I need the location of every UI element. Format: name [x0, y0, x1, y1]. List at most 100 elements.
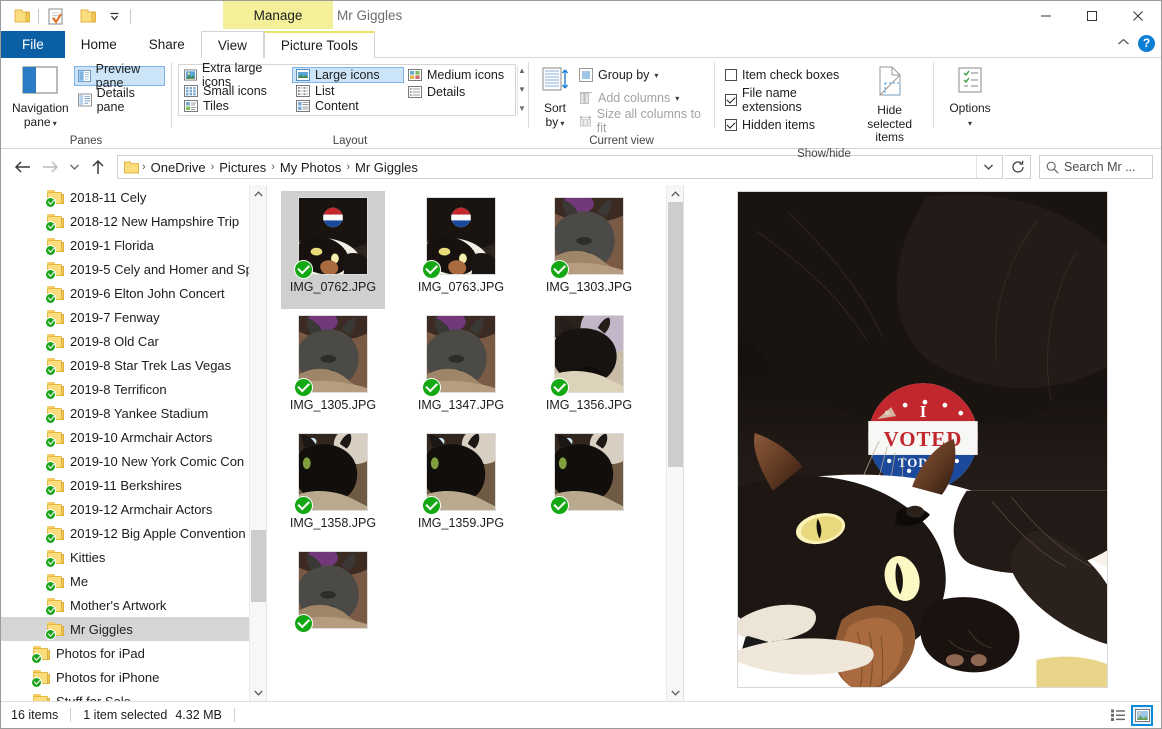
chevron-down-icon[interactable] [101, 4, 127, 28]
file-tile[interactable]: IMG_1305.JPG [281, 309, 385, 427]
sidebar-item[interactable]: 2019-5 Cely and Homer and Spidey [1, 257, 266, 281]
item-check-boxes-checkbox[interactable] [725, 69, 737, 81]
recent-locations-button[interactable] [65, 154, 83, 180]
sidebar-item[interactable]: Mr Giggles [1, 617, 266, 641]
sidebar-item[interactable]: 2019-8 Terrificon [1, 377, 266, 401]
sidebar-item[interactable]: Stuff for Sale [1, 689, 266, 701]
sidebar-item[interactable]: 2019-6 Elton John Concert [1, 281, 266, 305]
maximize-button[interactable] [1069, 1, 1115, 31]
file-name-extensions-checkbox[interactable] [725, 94, 737, 106]
options-button[interactable]: Options ▾ [940, 62, 1000, 132]
collapse-ribbon-icon[interactable] [1117, 34, 1130, 52]
file-tile[interactable]: IMG_1303.JPG [537, 191, 641, 309]
hidden-items-option[interactable]: Hidden items [721, 115, 852, 135]
file-tile[interactable]: IMG_1356.JPG [537, 309, 641, 427]
sidebar-item[interactable]: Photos for iPhone [1, 665, 266, 689]
nav-scroll-thumb[interactable] [251, 530, 266, 602]
breadcrumb-root-folder-icon[interactable] [124, 161, 142, 174]
hidden-items-checkbox[interactable] [725, 119, 737, 131]
group-by-button[interactable]: Group by ▾ [575, 65, 708, 85]
close-button[interactable] [1115, 1, 1161, 31]
layout-expand-icon[interactable]: ▼ [518, 105, 526, 113]
details-pane-button[interactable]: Details pane [74, 86, 165, 114]
navigation-pane-caret-icon[interactable]: ▾ [51, 119, 57, 128]
sidebar-item[interactable]: 2019-10 Armchair Actors [1, 425, 266, 449]
help-icon[interactable]: ? [1138, 34, 1155, 52]
up-button[interactable] [85, 154, 111, 180]
sort-by-caret-icon[interactable]: ▾ [558, 119, 564, 128]
back-button[interactable] [9, 154, 35, 180]
details-view-button[interactable] [1107, 705, 1129, 726]
hide-selected-items-button[interactable]: Hide selected items [852, 62, 927, 148]
sort-by-button[interactable]: Sort by ▾ [535, 62, 575, 132]
layout-extra-large-icons[interactable]: Extra large icons [180, 61, 292, 89]
sidebar-item[interactable]: 2019-8 Star Trek Las Vegas [1, 353, 266, 377]
sidebar-item[interactable]: 2019-11 Berkshires [1, 473, 266, 497]
tab-home[interactable]: Home [65, 31, 133, 58]
file-scroll-up-icon[interactable] [667, 185, 683, 202]
file-tile[interactable] [537, 427, 641, 545]
breadcrumb-item-onedrive[interactable]: OneDrive [146, 160, 211, 175]
preview-pane-button[interactable]: Preview pane [73, 62, 165, 90]
sidebar-item[interactable]: Photos for iPad [1, 641, 266, 665]
sidebar-item[interactable]: 2019-10 New York Comic Con [1, 449, 266, 473]
file-tile[interactable]: IMG_0762.JPG [281, 191, 385, 309]
sidebar-item[interactable]: 2019-8 Old Car [1, 329, 266, 353]
group-by-caret-icon[interactable]: ▾ [654, 71, 658, 80]
search-box[interactable]: Search Mr ... [1039, 155, 1153, 179]
layout-medium-icons[interactable]: Medium icons [404, 67, 516, 83]
tab-view[interactable]: View [200, 31, 264, 58]
sidebar-item[interactable]: 2019-12 Big Apple Convention [1, 521, 266, 545]
file-tile[interactable]: IMG_1359.JPG [409, 427, 513, 545]
layout-list[interactable]: List [292, 84, 404, 98]
minimize-button[interactable] [1023, 1, 1069, 31]
layout-small-icons[interactable]: Small icons [180, 84, 292, 98]
sidebar-item[interactable]: 2019-12 Armchair Actors [1, 497, 266, 521]
tab-file[interactable]: File [1, 31, 65, 58]
file-tile[interactable]: IMG_0763.JPG [409, 191, 513, 309]
thumbnail-view-button[interactable] [1131, 704, 1153, 726]
properties-icon[interactable] [42, 4, 68, 28]
file-name-extensions-option[interactable]: File name extensions [721, 86, 852, 114]
sidebar-item[interactable]: 2019-1 Florida [1, 233, 266, 257]
breadcrumb-item-pictures[interactable]: Pictures [214, 160, 271, 175]
tab-share[interactable]: Share [133, 31, 201, 58]
file-scroll-down-icon[interactable] [667, 684, 683, 701]
tab-picture-tools[interactable]: Picture Tools [263, 31, 375, 58]
breadcrumb-item-mr-giggles[interactable]: Mr Giggles [350, 160, 423, 175]
layout-scroll-up-icon[interactable]: ▲ [518, 67, 526, 75]
sidebar-item[interactable]: 2018-12 New Hampshire Trip [1, 209, 266, 233]
file-name-label: IMG_1303.JPG [545, 280, 633, 294]
sidebar-item[interactable]: Mother's Artwork [1, 593, 266, 617]
navigation-pane-scrollbar[interactable] [249, 185, 266, 701]
folder-icon [45, 285, 64, 304]
layout-details[interactable]: Details [404, 84, 516, 100]
new-folder-icon[interactable] [75, 4, 101, 28]
file-list-scrollbar[interactable] [666, 185, 683, 701]
file-scroll-thumb[interactable] [668, 202, 683, 467]
file-tile[interactable]: IMG_1358.JPG [281, 427, 385, 545]
refresh-button[interactable] [1005, 155, 1031, 179]
sidebar-item[interactable]: 2018-11 Cely [1, 185, 266, 209]
layout-scroll-spinner[interactable]: ▲ ▼ ▼ [517, 65, 526, 115]
navigation-pane-button[interactable]: Navigation pane ▾ [7, 62, 74, 132]
file-list-pane[interactable]: IMG_0762.JPG IMG_0763.JPG IMG_1303.JPG IMG_… [267, 185, 684, 701]
item-check-boxes-option[interactable]: Item check boxes [721, 65, 852, 85]
file-tile[interactable] [281, 545, 385, 663]
sidebar-item[interactable]: 2019-8 Yankee Stadium [1, 401, 266, 425]
nav-scroll-down-icon[interactable] [250, 684, 266, 701]
address-dropdown-icon[interactable] [976, 156, 1000, 178]
breadcrumb-item-my-photos[interactable]: My Photos [275, 160, 346, 175]
sidebar-item[interactable]: Kitties [1, 545, 266, 569]
options-caret-icon[interactable]: ▾ [968, 119, 972, 128]
search-input[interactable]: Search Mr ... [1064, 160, 1136, 174]
file-tile[interactable]: IMG_1347.JPG [409, 309, 513, 427]
sidebar-item[interactable]: Me [1, 569, 266, 593]
layout-large-icons[interactable]: Large icons [292, 67, 404, 83]
layout-content[interactable]: Content [292, 99, 404, 113]
sidebar-item[interactable]: 2019-7 Fenway [1, 305, 266, 329]
layout-tiles[interactable]: Tiles [180, 99, 292, 113]
folder-icon[interactable] [9, 4, 35, 28]
nav-scroll-up-icon[interactable] [250, 185, 266, 202]
layout-scroll-down-icon[interactable]: ▼ [518, 86, 526, 94]
